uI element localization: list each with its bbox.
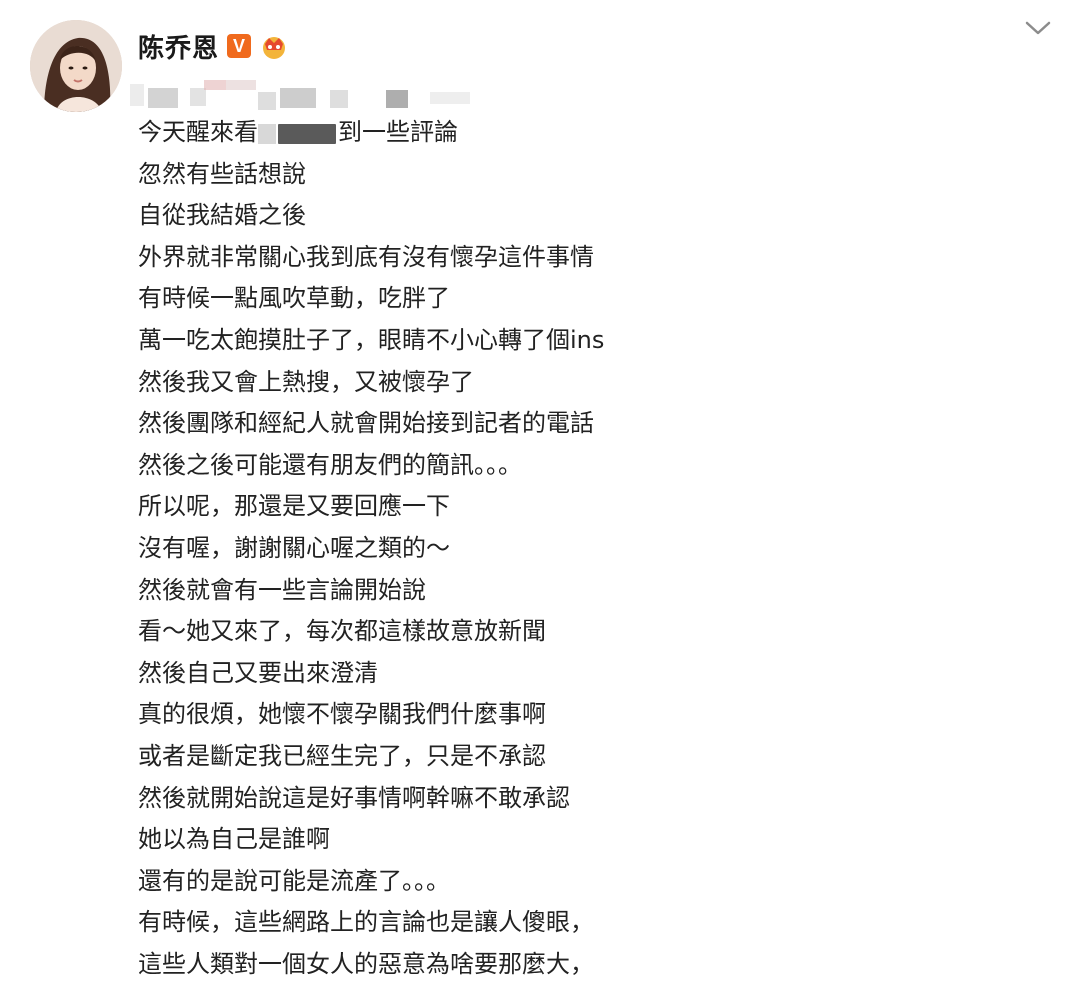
post-meta-obscured: [130, 78, 480, 116]
chevron-down-icon[interactable]: [1024, 18, 1052, 38]
post-line-8: 然後團隊和經紀人就會開始接到記者的電話: [138, 409, 594, 438]
post-line-15: 真的很煩，她懷不懷孕關我們什麼事啊: [138, 700, 546, 729]
post-line-18: 她以為自己是誰啊: [138, 825, 330, 854]
post-line-21: 這些人類對一個女人的惡意為啥要那麼大，: [138, 949, 594, 978]
post-line-14: 然後自己又要出來澄清: [138, 658, 378, 687]
post-line-12: 然後就會有一些言論開始說: [138, 575, 426, 604]
post-header: 陈乔恩 V: [138, 28, 289, 64]
avatar[interactable]: [30, 20, 122, 112]
post-line-2: 忽然有些話想說: [138, 159, 306, 188]
post-line-10: 所以呢，那還是又要回應一下: [138, 492, 450, 521]
redaction-mark: [278, 124, 336, 144]
post-line-1: 今天醒來看 到一些評論: [138, 118, 458, 146]
post-line-11: 沒有喔，謝謝關心喔之類的～: [138, 533, 450, 562]
avatar-photo: [30, 20, 122, 112]
post-line-13: 看～她又來了，每次都這樣故意放新聞: [138, 617, 546, 646]
post-line-5: 有時候一點風吹草動，吃胖了: [138, 284, 450, 313]
redaction-mark: [258, 124, 276, 144]
post-line-20: 有時候，這些網路上的言論也是讓人傻眼，: [138, 908, 594, 937]
post-line-4: 外界就非常關心我到底有沒有懷孕這件事情: [138, 242, 594, 271]
post-line-6: 萬一吃太飽摸肚子了，眼睛不小心轉了個ins: [138, 325, 605, 354]
post-line-7: 然後我又會上熱搜，又被懷孕了: [138, 367, 474, 396]
crown-vip-icon: [263, 37, 286, 59]
post-line-19: 還有的是說可能是流產了。。。: [138, 866, 450, 895]
post-line-17: 然後就開始說這是好事情啊幹嘛不敢承認: [138, 783, 570, 812]
post-line-9: 然後之後可能還有朋友們的簡訊。。。: [138, 450, 522, 479]
post-line-3: 自從我結婚之後: [138, 201, 306, 230]
post-line-16: 或者是斷定我已經生完了，只是不承認: [138, 741, 546, 770]
author-name[interactable]: 陈乔恩: [138, 28, 219, 65]
verified-badge: V: [227, 34, 252, 58]
post-content: 今天醒來看 到一些評論 忽然有些話想說 自從我結婚之後 外界就非常關心我到底有沒有…: [138, 112, 1038, 985]
